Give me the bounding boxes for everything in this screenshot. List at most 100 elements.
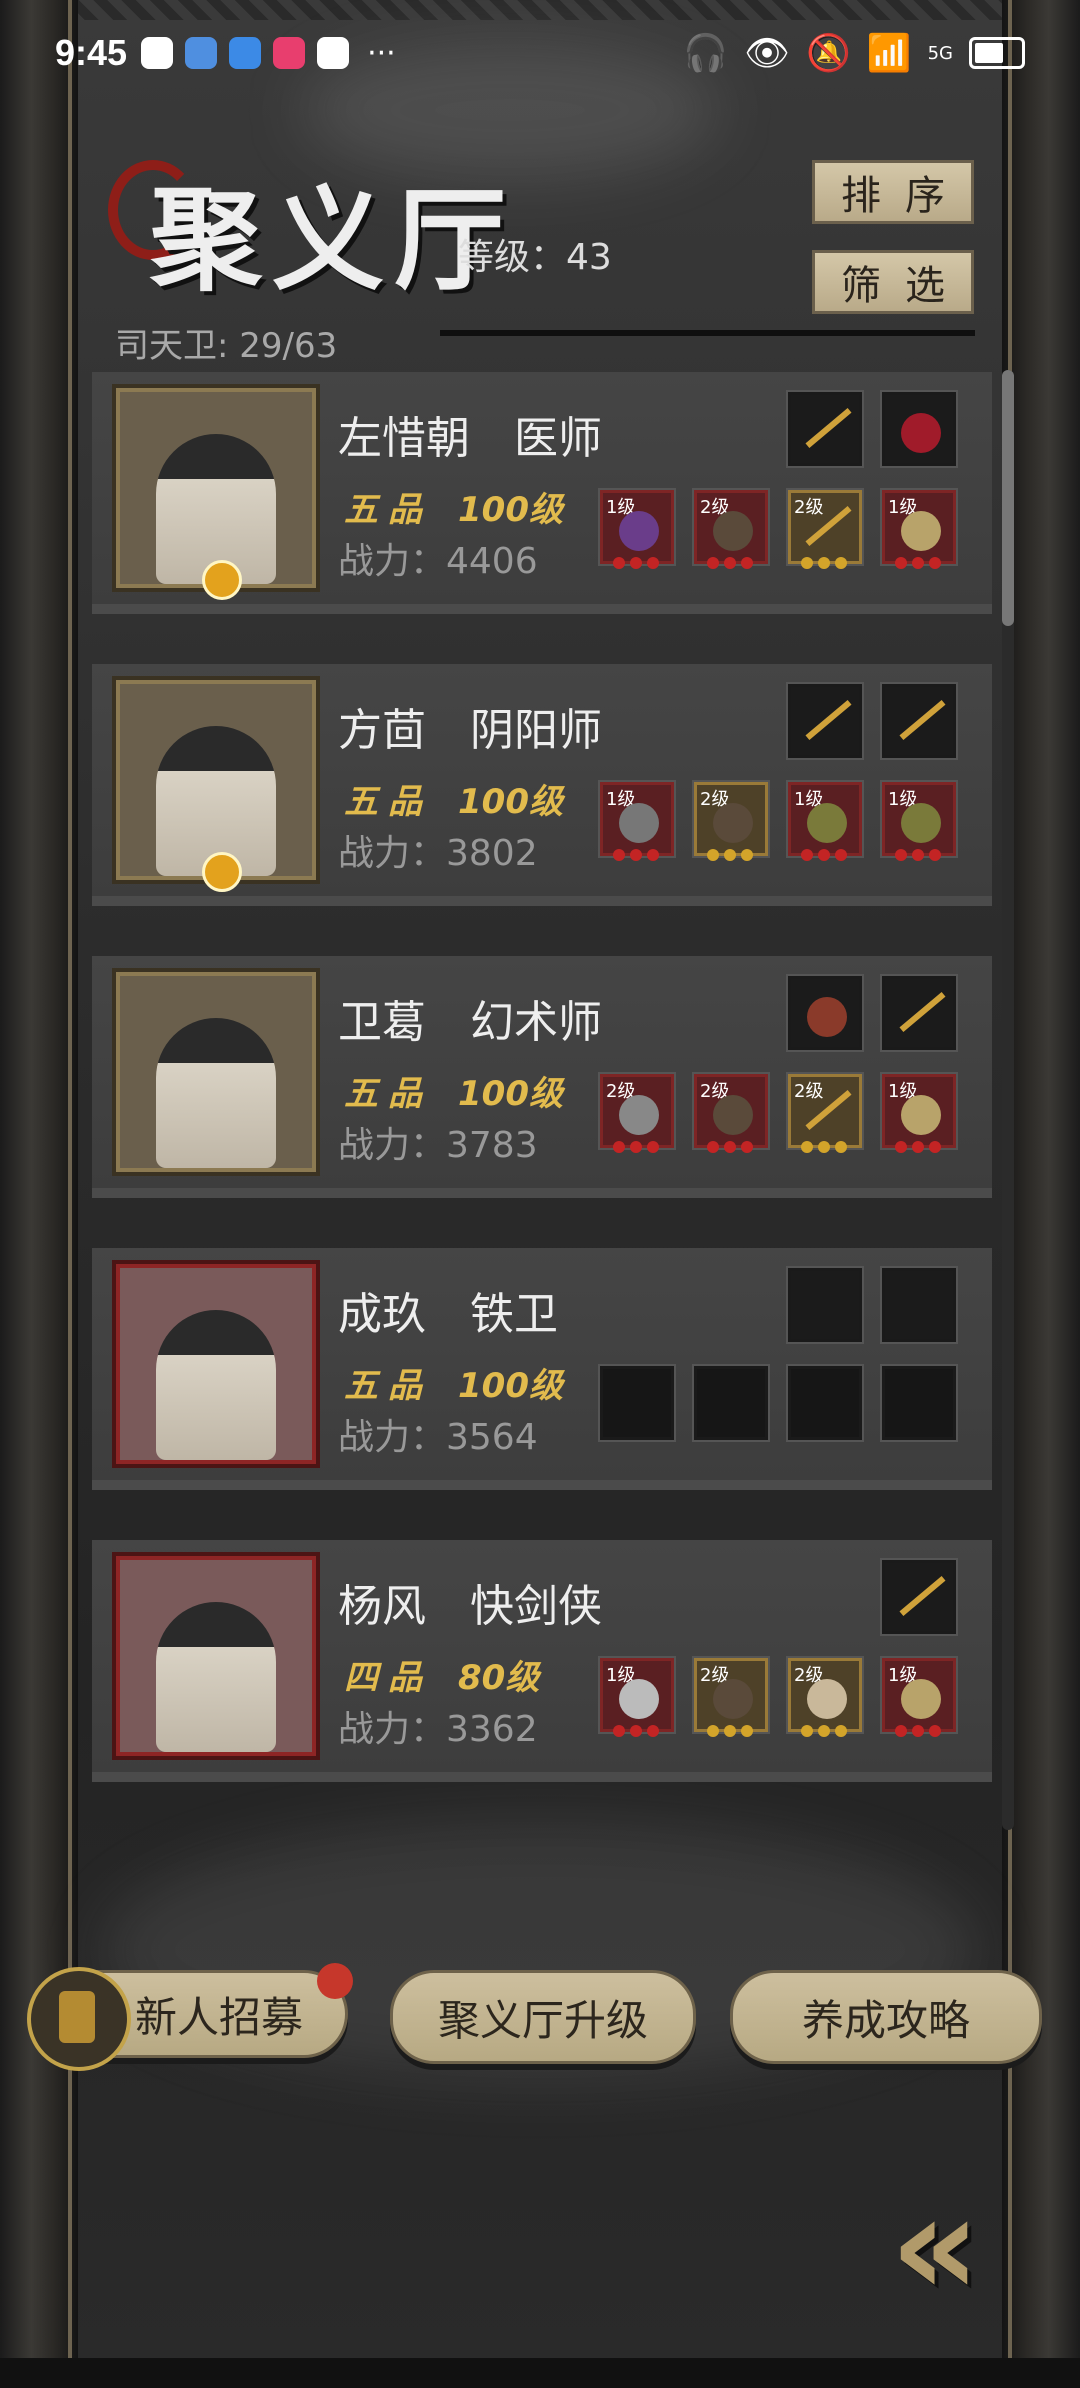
member-power: 战力：3783 (338, 1125, 538, 1166)
member-portrait[interactable] (112, 1552, 320, 1760)
headphones-icon: 🎧 (683, 33, 729, 74)
skill-slot[interactable] (786, 682, 864, 760)
equipment-slot[interactable]: 1级 (880, 488, 958, 569)
awaken-badge-icon (202, 560, 242, 600)
member-rank-level: 五品 100级 (344, 774, 563, 823)
skill-slot[interactable] (880, 1558, 958, 1636)
skill-slot[interactable] (880, 1266, 958, 1344)
equipment-slot[interactable] (692, 1364, 770, 1442)
equipment-slot[interactable]: 1级 (786, 780, 864, 861)
equipment-slot[interactable]: 1级 (880, 1656, 958, 1737)
equipment-slot[interactable]: 1级 (598, 780, 676, 861)
gem-icon (901, 413, 941, 453)
notification-dot (317, 1963, 353, 1999)
member-rank: 五品 (344, 1074, 432, 1114)
member-portrait[interactable] (112, 676, 320, 884)
equipment-slot[interactable] (786, 1364, 864, 1442)
skill-slot[interactable] (786, 390, 864, 468)
recruit-button[interactable]: 新人招募 (27, 1963, 353, 2071)
member-level: 100级 (458, 782, 563, 822)
member-name: 成玖 铁卫 (338, 1289, 558, 1340)
star-dots (707, 1725, 753, 1737)
star-dots (895, 849, 941, 861)
member-card[interactable]: 杨风 快剑侠 四品 80级 战力：3362 1级 2级 2级 1级 (92, 1540, 992, 1772)
equipment-slot[interactable]: 1级 (880, 1072, 958, 1153)
equipment-slot[interactable] (880, 1364, 958, 1442)
equipment-slot[interactable]: 2级 (786, 488, 864, 569)
member-rank-level: 五品 100级 (344, 1358, 563, 1407)
member-portrait[interactable] (112, 1260, 320, 1468)
equipment-slot[interactable]: 1级 (880, 780, 958, 861)
star-dots (707, 1141, 753, 1153)
portrait-figure (156, 1310, 276, 1460)
status-bar: 9:45 ··· 🎧 👁 🔕 📶 5G (0, 18, 1080, 88)
member-name: 卫葛 幻术师 (338, 997, 602, 1048)
member-rank: 五品 (344, 782, 432, 822)
eye-icon: 👁 (744, 33, 790, 74)
skill-slot[interactable] (880, 682, 958, 760)
sword-icon (619, 1679, 659, 1719)
equipment-slot[interactable]: 1级 (598, 488, 676, 569)
equipment-slot[interactable]: 2级 (786, 1072, 864, 1153)
list-scrollbar[interactable] (1002, 370, 1014, 1830)
staff-icon (899, 1576, 946, 1616)
member-power: 战力：3564 (338, 1417, 538, 1458)
member-power: 战力：3802 (338, 833, 538, 874)
member-name: 左惜朝 医师 (338, 413, 602, 464)
staff-icon (805, 408, 852, 448)
awaken-badge-icon (202, 852, 242, 892)
filter-button[interactable]: 筛选 (812, 250, 974, 314)
portrait-figure (156, 1602, 276, 1752)
coin-icon (807, 803, 847, 843)
member-card[interactable]: 左惜朝 医师 五品 100级 战力：4406 1级 2级 2级 1级 (92, 372, 992, 604)
star-dots (613, 557, 659, 569)
equipment-slot[interactable]: 2级 (692, 1656, 770, 1737)
skill-slot[interactable] (786, 1266, 864, 1344)
member-rank: 五品 (344, 1366, 432, 1406)
upgrade-hall-button[interactable]: 聚义厅升级 (390, 1970, 696, 2064)
member-list[interactable]: 左惜朝 医师 五品 100级 战力：4406 1级 2级 2级 1级 方茴 阴阳师 五品 100级战… (92, 372, 992, 1837)
member-card[interactable]: 卫葛 幻术师 五品 100级 战力：3783 2级 2级 2级 1级 (92, 956, 992, 1188)
equipment-slot[interactable]: 1级 (598, 1656, 676, 1737)
axe-icon (619, 1095, 659, 1135)
skill-slot[interactable] (880, 390, 958, 468)
member-rank: 五品 (344, 490, 432, 530)
hall-level: 等级：43 (458, 237, 612, 278)
scroll-thumb[interactable] (1002, 370, 1014, 626)
member-portrait[interactable] (112, 968, 320, 1176)
equipment-slot[interactable]: 2级 (598, 1072, 676, 1153)
member-card[interactable]: 方茴 阴阳师 五品 100级 战力：3802 1级 2级 1级 1级 (92, 664, 992, 896)
equipment-slot[interactable]: 2级 (786, 1656, 864, 1737)
member-card[interactable]: 成玖 铁卫五品 100级战力：3564 (92, 1248, 992, 1480)
member-rank-level: 五品 100级 (344, 1066, 563, 1115)
star-dots (801, 1725, 847, 1737)
star-dots (613, 1141, 659, 1153)
back-arrows-icon[interactable]: « (890, 2165, 981, 2328)
header-divider (440, 330, 975, 336)
equipment-slot[interactable]: 2级 (692, 780, 770, 861)
bottom-decor-band (0, 2358, 1080, 2388)
guide-button[interactable]: 养成攻略 (730, 1970, 1042, 2064)
member-level: 80级 (458, 1658, 540, 1698)
member-rank-level: 五品 100级 (344, 482, 563, 531)
hammer-icon (619, 803, 659, 843)
member-level: 100级 (458, 1366, 563, 1406)
member-power: 战力：4406 (338, 541, 538, 582)
recruit-label: 新人招募 (134, 1992, 303, 2042)
more-notifications: ··· (367, 35, 396, 71)
staff-icon (899, 700, 946, 740)
coin-icon (901, 803, 941, 843)
pouch-icon (901, 511, 941, 551)
equipment-slot[interactable]: 2级 (692, 488, 770, 569)
browser-app-icon (229, 37, 262, 69)
member-power: 战力：3362 (338, 1709, 538, 1750)
skill-slot[interactable] (786, 974, 864, 1052)
star-dots (801, 557, 847, 569)
equipment-slot[interactable]: 2级 (692, 1072, 770, 1153)
member-portrait[interactable] (112, 384, 320, 592)
pouch-icon (901, 1679, 941, 1719)
pouch-icon (901, 1095, 941, 1135)
skill-slot[interactable] (880, 974, 958, 1052)
sort-button[interactable]: 排序 (812, 160, 974, 224)
equipment-slot[interactable] (598, 1364, 676, 1442)
